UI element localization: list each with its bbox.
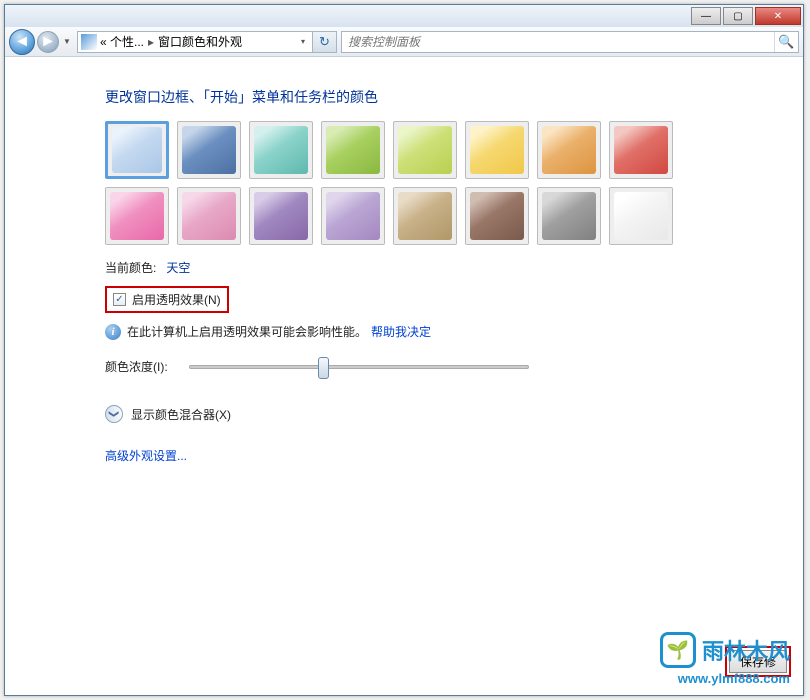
transparency-row: ✓ 启用透明效果(N) (105, 286, 803, 313)
current-color-row: 当前颜色: 天空 (105, 259, 803, 276)
page-title: 更改窗口边框、「开始」菜单和任务栏的颜色 (105, 87, 803, 107)
intensity-slider[interactable] (189, 365, 529, 369)
content-area: 更改窗口边框、「开始」菜单和任务栏的颜色 当前颜色: 天空 ✓ (5, 57, 803, 464)
watermark-text: 雨林木风 (702, 634, 790, 666)
swatch-lime[interactable] (393, 121, 457, 179)
address-bar[interactable]: « 个性... ▸ 窗口颜色和外观 ▾ (77, 31, 313, 53)
advanced-appearance-link[interactable]: 高级外观设置... (105, 447, 803, 464)
swatch-taupe[interactable] (393, 187, 457, 245)
swatch-sea[interactable] (249, 121, 313, 179)
swatch-frost[interactable] (609, 187, 673, 245)
swatch-leaf[interactable] (321, 121, 385, 179)
maximize-button[interactable]: ▢ (723, 7, 753, 25)
minimize-button[interactable]: — (691, 7, 721, 25)
swatch-fuchsia[interactable] (105, 187, 169, 245)
intensity-row: 颜色浓度(I): (105, 358, 803, 375)
transparency-checkbox[interactable]: ✓ (113, 293, 126, 306)
swatch-pumpkin[interactable] (537, 121, 601, 179)
breadcrumb-current[interactable]: 窗口颜色和外观 (158, 33, 242, 50)
transparency-label[interactable]: 启用透明效果(N) (132, 291, 221, 308)
swatch-lavender[interactable] (321, 187, 385, 245)
current-color-label: 当前颜色: (105, 259, 156, 276)
swatch-twilight[interactable] (177, 121, 241, 179)
nav-history-dropdown[interactable]: ▼ (61, 31, 73, 53)
intensity-label: 颜色浓度(I): (105, 358, 189, 375)
breadcrumb-separator: ▸ (144, 35, 158, 49)
mixer-label[interactable]: 显示颜色混合器(X) (131, 406, 231, 423)
chevron-down-icon[interactable]: ❯ (105, 405, 123, 423)
transparency-highlight: ✓ 启用透明效果(N) (105, 286, 229, 313)
window-frame: — ▢ ✕ ◄ ► ▼ « 个性... ▸ 窗口颜色和外观 ▾ ↻ 🔍 更改窗口… (4, 4, 804, 696)
watermark: 🌱 雨林木风 (660, 632, 790, 668)
swatch-violet[interactable] (249, 187, 313, 245)
info-icon: i (105, 324, 121, 340)
swatch-chocolate[interactable] (465, 187, 529, 245)
swatch-ruby[interactable] (609, 121, 673, 179)
close-button[interactable]: ✕ (755, 7, 801, 25)
watermark-url: www.ylmf888.com (678, 671, 790, 686)
search-box[interactable]: 🔍 (341, 31, 799, 53)
info-text: 在此计算机上启用透明效果可能会影响性能。 (127, 323, 367, 340)
swatch-sky[interactable] (105, 121, 169, 179)
titlebar: — ▢ ✕ (5, 5, 803, 27)
search-icon[interactable]: 🔍 (774, 32, 798, 52)
nav-back-button[interactable]: ◄ (9, 29, 35, 55)
search-input[interactable] (342, 35, 774, 49)
watermark-icon: 🌱 (660, 632, 696, 668)
swatch-slate[interactable] (537, 187, 601, 245)
breadcrumb-parent[interactable]: « 个性... (100, 33, 144, 50)
current-color-name: 天空 (166, 259, 190, 276)
swatch-sun[interactable] (465, 121, 529, 179)
help-decide-link[interactable]: 帮助我决定 (371, 323, 431, 340)
mixer-row[interactable]: ❯ 显示颜色混合器(X) (105, 405, 803, 423)
control-panel-icon (81, 34, 97, 50)
address-dropdown[interactable]: ▾ (294, 37, 312, 46)
nav-forward-button[interactable]: ► (37, 31, 59, 53)
info-row: i 在此计算机上启用透明效果可能会影响性能。 帮助我决定 (105, 323, 803, 340)
swatch-blush[interactable] (177, 187, 241, 245)
color-swatches (105, 121, 803, 245)
intensity-slider-thumb[interactable] (318, 357, 329, 379)
navbar: ◄ ► ▼ « 个性... ▸ 窗口颜色和外观 ▾ ↻ 🔍 (5, 27, 803, 57)
refresh-button[interactable]: ↻ (313, 31, 337, 53)
